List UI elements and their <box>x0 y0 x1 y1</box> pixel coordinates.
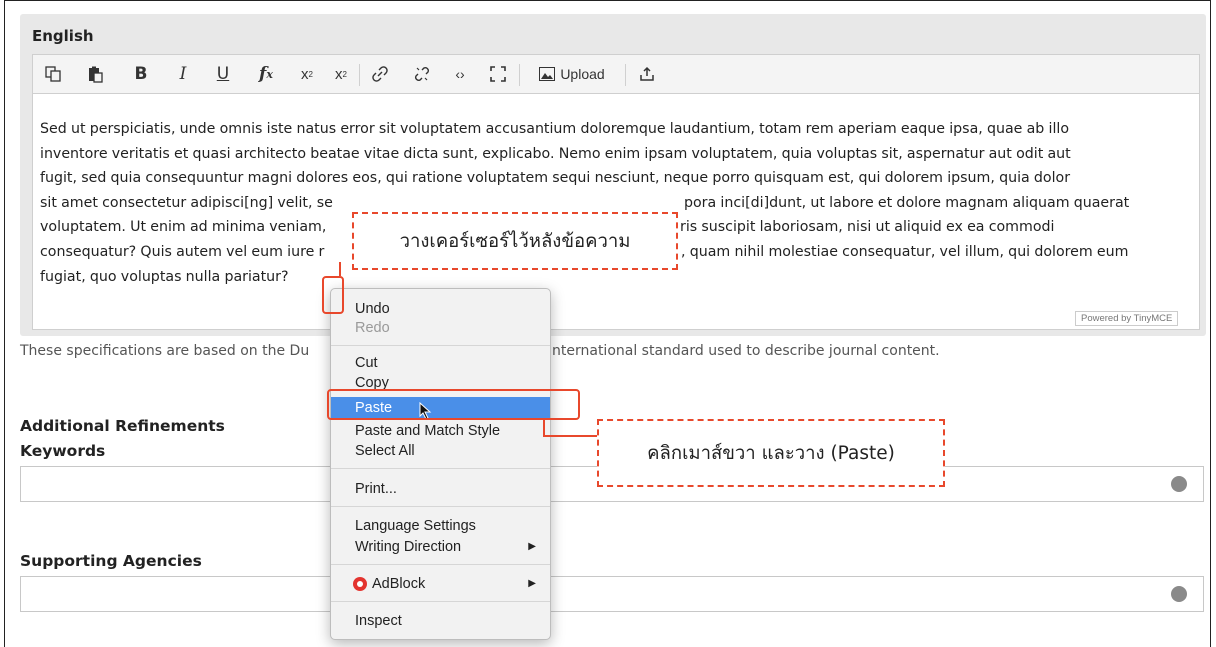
cursor-highlight-box <box>322 276 344 314</box>
spec-description: These specifications are based on the Du <box>20 343 310 359</box>
supporting-agencies-input[interactable] <box>20 576 1204 612</box>
fullscreen-icon[interactable] <box>485 55 511 93</box>
link-icon[interactable] <box>367 55 393 93</box>
content-line: Sed ut perspiciatis, unde omnis iste nat… <box>40 121 1070 137</box>
content-line: sit amet consectetur adipisci[ng] velit,… <box>40 194 333 211</box>
content-line: inventore veritatis et quasi architecto … <box>40 145 1071 162</box>
italic-icon[interactable]: I <box>171 55 195 93</box>
globe-icon[interactable] <box>1171 586 1187 602</box>
content-line: voluptatem. Ut enim ad minima veniam, <box>40 219 327 236</box>
supporting-agencies-label: Supporting Agencies <box>20 552 202 570</box>
editor-toolbar: B I U fx x2 x2 ‹› Upload <box>32 54 1200 94</box>
annotation-connector <box>543 435 598 437</box>
adblock-icon <box>353 577 367 591</box>
upload-label: Upload <box>560 66 605 82</box>
content-line: consequatur? Quis autem vel eum iure r <box>40 243 325 260</box>
globe-icon[interactable] <box>1171 476 1187 492</box>
upload-button[interactable]: Upload <box>527 55 617 93</box>
content-line: fugit, sed quia consequuntur magni dolor… <box>40 170 1071 187</box>
content-line: ris suscipit laboriosam, nisi ut aliquid… <box>680 219 1055 236</box>
annotation-paste-note: คลิกเมาส์ขวา และวาง (Paste) <box>597 419 945 487</box>
content-line: pora inci[di]dunt, ut labore et dolore m… <box>684 194 1130 211</box>
section-title: English <box>32 27 94 45</box>
subscript-icon[interactable]: x2 <box>329 55 353 93</box>
menu-item-writing-direction[interactable]: Writing Direction ▶ <box>331 536 550 558</box>
submenu-arrow-icon: ▶ <box>528 578 536 589</box>
menu-item-print[interactable]: Print... <box>331 478 550 500</box>
menu-item-select-all[interactable]: Select All <box>331 440 550 462</box>
formula-icon[interactable]: fx <box>253 55 279 93</box>
menu-item-adblock[interactable]: AdBlock ▶ <box>331 573 550 595</box>
paste-highlight-box <box>327 389 580 420</box>
powered-by-badge[interactable]: Powered by TinyMCE <box>1075 311 1179 326</box>
content-line: , quam nihil molestiae consequatur, vel … <box>681 243 1129 260</box>
menu-item-inspect[interactable]: Inspect <box>331 610 550 632</box>
submenu-arrow-icon: ▶ <box>528 541 536 552</box>
paste-icon[interactable] <box>81 55 109 93</box>
menu-item-paste-match-style[interactable]: Paste and Match Style <box>331 420 550 442</box>
copy-icon[interactable] <box>39 55 67 93</box>
menu-item-language-settings[interactable]: Language Settings <box>331 515 550 537</box>
superscript-icon[interactable]: x2 <box>295 55 319 93</box>
menu-item-redo: Redo <box>355 320 390 336</box>
underline-icon[interactable]: U <box>211 55 235 93</box>
import-icon[interactable] <box>633 55 661 93</box>
context-menu: Undo Redo Cut Copy Paste Paste and Match… <box>330 288 551 640</box>
annotation-cursor-note: วางเคอร์เซอร์ไว้หลังข้อความ <box>352 212 678 270</box>
keywords-label: Keywords <box>20 442 106 460</box>
code-icon[interactable]: ‹› <box>447 55 473 93</box>
menu-item-cut[interactable]: Cut <box>331 352 550 374</box>
spec-description-right: nternational standard used to describe j… <box>552 343 940 359</box>
annotation-connector <box>339 262 341 276</box>
additional-refinements-heading: Additional Refinements <box>20 417 225 435</box>
unlink-icon[interactable] <box>409 55 435 93</box>
bold-icon[interactable]: B <box>129 55 153 93</box>
